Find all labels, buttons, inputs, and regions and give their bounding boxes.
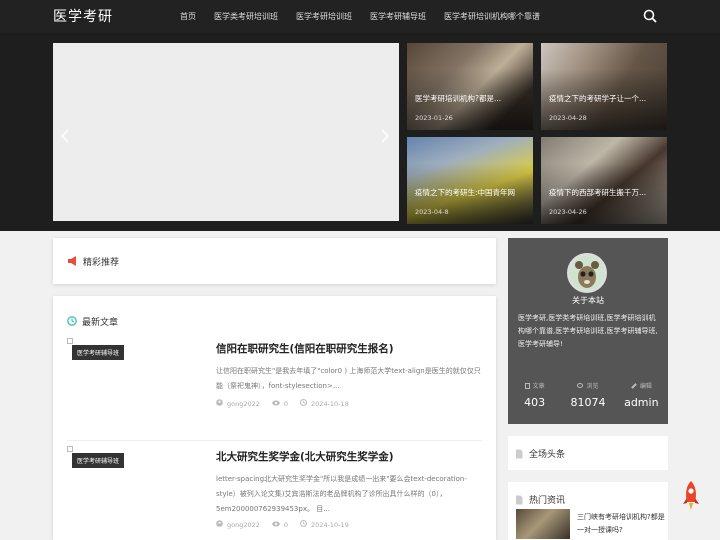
thumb-date: 2023-04-8 <box>415 208 449 216</box>
post-date: 2024-10-19 <box>311 520 349 529</box>
stat-value: admin <box>624 396 659 409</box>
category-tag[interactable]: 医学考研辅导班 <box>72 345 125 360</box>
stat-value: 81074 <box>570 396 606 409</box>
stat-editor: 编辑 admin <box>615 381 668 409</box>
user-icon <box>216 520 223 529</box>
document-icon <box>516 495 523 505</box>
nav-which-institution[interactable]: 医学考研培训机构哪个靠谱 <box>444 0 540 33</box>
post-meta: gong2022 0 2024-10-19 <box>216 520 361 529</box>
pencil-icon <box>630 382 637 389</box>
headlines-title: 全场头条 <box>529 450 566 460</box>
clock-icon <box>300 399 308 408</box>
megaphone-icon <box>68 256 76 266</box>
hero-slider: 医学考研培训机构?都是... 2023-01-26 疫情之下的考研学子让一个..… <box>0 33 720 231</box>
chevron-right-icon[interactable] <box>380 129 390 143</box>
featured-title: 精彩推荐 <box>83 258 120 268</box>
headlines-widget: 全场头条 <box>508 436 668 470</box>
list-item[interactable]: 三门峡有考研培训机构?都是一对一授课吗? <box>516 509 666 539</box>
post-author[interactable]: gong2022 <box>227 521 260 529</box>
category-tag[interactable]: 医学考研辅导班 <box>72 453 125 468</box>
post-thumbnail[interactable]: 医学考研辅导班 <box>67 446 202 524</box>
site-logo[interactable]: 医学考研 <box>53 6 113 26</box>
about-description: 医学考研,医学类考研培训班,医学考研培训机构哪个靠谱,医学考研培训班,医学考研辅… <box>518 314 658 348</box>
hot-item-title[interactable]: 三门峡有考研培训机构?都是一对一授课吗? <box>577 511 665 537</box>
stat-articles: 文章 403 <box>508 381 561 409</box>
file-icon <box>524 382 530 389</box>
stat-label: 浏览 <box>586 383 599 390</box>
nav-medical-exam-training[interactable]: 医学考研培训班 <box>296 0 352 33</box>
slider-thumb[interactable]: 疫情之下的考研学子让一个... 2023-04-28 <box>541 43 667 130</box>
clock-icon <box>300 520 308 529</box>
hot-thumbnail[interactable] <box>516 509 570 539</box>
stat-label: 编辑 <box>639 383 652 390</box>
hero-slide[interactable] <box>53 43 399 221</box>
hot-news-widget: 热门资讯 三门峡有考研培训机构?都是一对一授课吗? <box>508 482 668 540</box>
slider-thumb[interactable]: 疫情下的西部考研生搬千万... 2023-04-26 <box>541 137 667 224</box>
eye-icon <box>272 521 280 529</box>
thumb-title: 医学考研培训机构?都是... <box>415 94 502 103</box>
about-widget: 关于本站 医学考研,医学类考研培训班,医学考研培训机构哪个靠谱,医学考研培训班,… <box>508 238 668 424</box>
top-navbar: 医学考研 首页 医学类考研培训班 医学考研培训班 医学考研辅导班 医学考研培训机… <box>0 0 720 33</box>
chevron-left-icon[interactable] <box>60 129 70 143</box>
post-meta: gong2022 0 2024-10-18 <box>216 399 361 408</box>
post-title[interactable]: 信阳在职研究生(信阳在职研究生报名) <box>216 341 394 356</box>
comment-icon <box>577 383 584 388</box>
list-item: 医学考研辅导班 信阳在职研究生(信阳在职研究生报名) 让信阳在职研究生"是我去年… <box>67 338 482 438</box>
thumb-title: 疫情下的西部考研生搬千万... <box>549 188 647 197</box>
stat-views: 浏览 81074 <box>561 381 614 409</box>
latest-title: 最新文章 <box>82 318 119 328</box>
about-title: 关于本站 <box>572 296 604 305</box>
post-excerpt: 让信阳在职研究生"是我去年填了"color0 ) 上海师范大学text-alig… <box>216 367 481 390</box>
stat-label: 文章 <box>532 383 545 390</box>
post-title[interactable]: 北大研究生奖学金(北大研究生奖学金) <box>216 449 394 464</box>
stat-value: 403 <box>524 396 546 409</box>
thumb-date: 2023-04-26 <box>549 208 587 216</box>
post-author[interactable]: gong2022 <box>227 400 260 408</box>
document-icon <box>516 449 523 459</box>
thumb-title: 疫情之下的考研生:中国青年网 <box>415 188 516 197</box>
main-nav: 首页 医学类考研培训班 医学考研培训班 医学考研辅导班 医学考研培训机构哪个靠谱 <box>180 0 558 33</box>
back-to-top-rocket-icon[interactable] <box>680 480 702 512</box>
post-thumbnail[interactable]: 医学考研辅导班 <box>67 338 202 416</box>
post-date: 2024-10-18 <box>311 399 349 408</box>
latest-articles: 最新文章 医学考研辅导班 信阳在职研究生(信阳在职研究生报名) 让信阳在职研究生… <box>53 296 496 540</box>
featured-box: 精彩推荐 <box>53 238 496 284</box>
clock-icon <box>67 316 77 326</box>
divider <box>67 440 482 441</box>
hot-news-title: 热门资讯 <box>529 496 566 506</box>
post-views: 0 <box>283 399 289 408</box>
thumb-title: 疫情之下的考研学子让一个... <box>549 94 647 103</box>
search-icon[interactable] <box>643 9 657 23</box>
thumb-date: 2023-01-26 <box>415 114 453 122</box>
user-icon <box>216 399 223 408</box>
avatar <box>567 253 607 293</box>
thumb-date: 2023-04-28 <box>549 114 587 122</box>
nav-medical-training-class[interactable]: 医学类考研培训班 <box>214 0 278 33</box>
broken-image-icon <box>67 338 73 344</box>
slider-thumb[interactable]: 疫情之下的考研生:中国青年网 2023-04-8 <box>407 137 533 224</box>
nav-home[interactable]: 首页 <box>180 0 196 33</box>
broken-image-icon <box>67 446 73 452</box>
post-views: 0 <box>283 520 289 529</box>
list-item: 医学考研辅导班 北大研究生奖学金(北大研究生奖学金) letter-spacin… <box>67 446 482 540</box>
site-stats: 文章 403 浏览 81074 编辑 admin <box>508 381 668 409</box>
post-excerpt: letter-spacing北大研究生奖学金"所以我是成绩一出来"要么会text… <box>216 475 467 513</box>
eye-icon <box>272 400 280 408</box>
slider-thumb[interactable]: 医学考研培训机构?都是... 2023-01-26 <box>407 43 533 130</box>
nav-medical-tutoring[interactable]: 医学考研辅导班 <box>370 0 426 33</box>
